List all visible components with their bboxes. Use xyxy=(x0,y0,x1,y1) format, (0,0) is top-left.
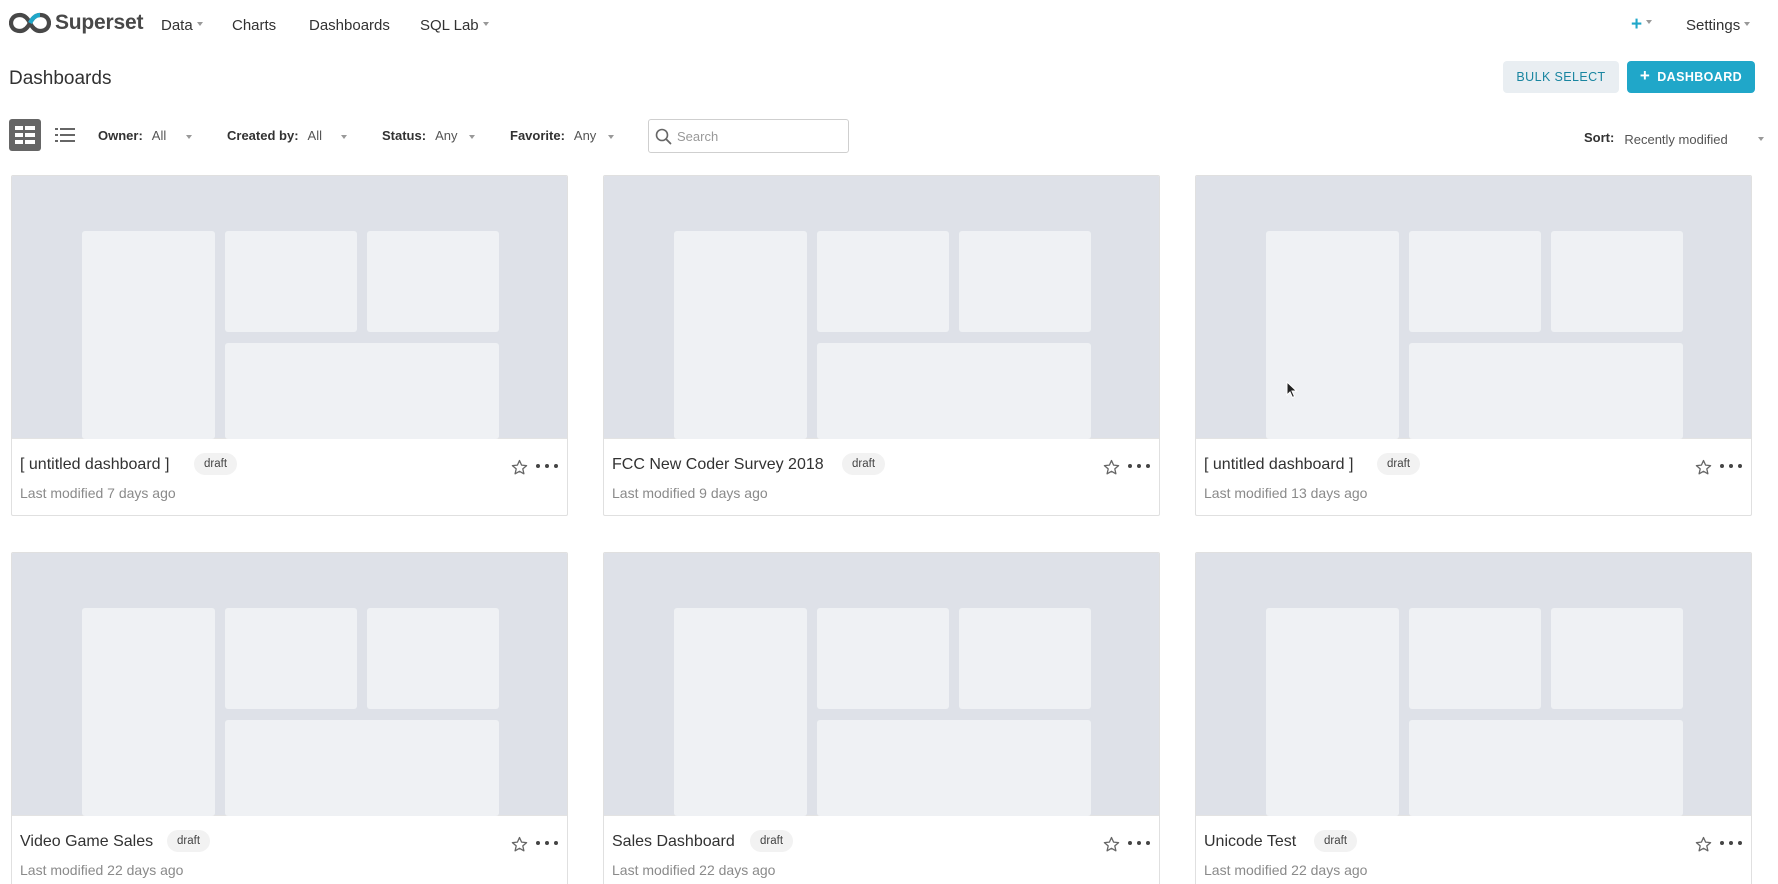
status-badge: draft xyxy=(167,830,211,852)
last-modified: Last modified 22 days ago xyxy=(612,862,776,878)
dashboard-card[interactable]: Sales Dashboard draft Last modified 22 d… xyxy=(603,552,1160,884)
status-filter-label: Status: xyxy=(382,128,427,143)
settings-label: Settings xyxy=(1686,17,1741,34)
favorite-star-icon[interactable] xyxy=(1695,836,1712,853)
chevron-down-icon xyxy=(341,135,347,139)
status-badge: draft xyxy=(194,453,238,475)
more-options-icon[interactable] xyxy=(1720,836,1742,850)
nav-dashboards-link[interactable]: Dashboards xyxy=(309,17,390,34)
search-field[interactable] xyxy=(648,119,849,153)
chevron-down-icon xyxy=(1744,22,1751,27)
status-filter[interactable]: Status: Any xyxy=(382,128,482,143)
dashboard-thumbnail[interactable] xyxy=(604,553,1159,816)
add-new-menu[interactable]: + xyxy=(1631,14,1653,36)
dashboard-thumbnail[interactable] xyxy=(1196,553,1751,816)
favorite-star-icon[interactable] xyxy=(511,836,528,853)
nav-sql-lab-menu[interactable]: SQL Lab xyxy=(420,17,489,34)
dashboard-thumbnail[interactable] xyxy=(12,553,567,816)
dashboard-title[interactable]: Sales Dashboard xyxy=(612,833,735,851)
dashboard-title[interactable]: FCC New Coder Survey 2018 xyxy=(612,456,824,474)
status-badge: draft xyxy=(842,453,886,475)
owner-filter[interactable]: Owner: All xyxy=(98,128,198,143)
nav-sql-lab-label: SQL Lab xyxy=(420,17,479,34)
bulk-select-button[interactable]: BULK SELECT xyxy=(1503,61,1619,93)
created-by-filter-value: All xyxy=(307,128,322,143)
search-input[interactable] xyxy=(677,128,837,144)
more-options-icon[interactable] xyxy=(1128,459,1150,473)
dashboard-title[interactable]: Video Game Sales xyxy=(20,833,153,851)
dashboard-card[interactable]: FCC New Coder Survey 2018 draft Last mod… xyxy=(603,175,1160,516)
favorite-star-icon[interactable] xyxy=(1103,459,1120,476)
favorite-star-icon[interactable] xyxy=(511,459,528,476)
chevron-down-icon xyxy=(608,135,614,139)
plus-icon: + xyxy=(1639,66,1651,85)
bulk-select-label: BULK SELECT xyxy=(1516,70,1606,84)
last-modified: Last modified 22 days ago xyxy=(1204,862,1368,878)
owner-filter-value: All xyxy=(151,128,167,143)
sort-select[interactable]: Sort: Recently modified xyxy=(1584,130,1764,147)
dashboard-thumbnail[interactable] xyxy=(12,176,567,439)
status-badge: draft xyxy=(1377,453,1421,475)
favorite-star-icon[interactable] xyxy=(1695,459,1712,476)
card-view-toggle[interactable] xyxy=(9,119,41,151)
favorite-filter-label: Favorite: xyxy=(510,128,565,143)
chevron-down-icon xyxy=(469,135,475,139)
dashboard-thumbnail[interactable] xyxy=(1196,176,1751,439)
top-navbar: Superset Data Charts Dashboards SQL Lab … xyxy=(0,0,1778,52)
nav-dashboards-label: Dashboards xyxy=(309,17,390,34)
dashboard-title[interactable]: Unicode Test xyxy=(1204,833,1296,851)
nav-data-label: Data xyxy=(161,17,193,34)
list-view-toggle[interactable] xyxy=(49,119,81,151)
search-icon xyxy=(655,128,672,144)
owner-filter-label: Owner: xyxy=(98,128,143,143)
dashboard-card[interactable]: Video Game Sales draft Last modified 22 … xyxy=(11,552,568,884)
last-modified: Last modified 22 days ago xyxy=(20,862,184,878)
grid-view-icon xyxy=(15,126,35,144)
more-options-icon[interactable] xyxy=(1720,459,1742,473)
settings-menu[interactable]: Settings xyxy=(1686,17,1751,34)
status-filter-value: Any xyxy=(435,128,458,143)
add-dashboard-label: DASHBOARD xyxy=(1657,70,1743,84)
mouse-cursor-icon xyxy=(1286,381,1298,399)
plus-icon: + xyxy=(1631,14,1643,35)
chevron-down-icon xyxy=(1757,136,1764,141)
favorite-filter[interactable]: Favorite: Any xyxy=(510,128,620,143)
chevron-down-icon xyxy=(1646,19,1653,24)
dashboard-card[interactable]: [ untitled dashboard ] draft Last modifi… xyxy=(11,175,568,516)
created-by-filter-label: Created by: xyxy=(227,128,299,143)
status-badge: draft xyxy=(1314,830,1358,852)
more-options-icon[interactable] xyxy=(536,459,558,473)
chevron-down-icon xyxy=(186,135,192,139)
nav-data-menu[interactable]: Data xyxy=(161,17,203,34)
dashboard-card[interactable]: [ untitled dashboard ] draft Last modifi… xyxy=(1195,175,1752,516)
status-badge: draft xyxy=(750,830,794,852)
chevron-down-icon xyxy=(196,22,203,27)
last-modified: Last modified 7 days ago xyxy=(20,485,176,501)
sort-value: Recently modified xyxy=(1624,132,1728,147)
more-options-icon[interactable] xyxy=(1128,836,1150,850)
page-title: Dashboards xyxy=(9,68,112,89)
last-modified: Last modified 13 days ago xyxy=(1204,485,1368,501)
add-dashboard-button[interactable]: + DASHBOARD xyxy=(1627,61,1755,93)
last-modified: Last modified 9 days ago xyxy=(612,485,768,501)
brand-name: Superset xyxy=(55,11,144,34)
nav-charts-link[interactable]: Charts xyxy=(232,17,276,34)
chevron-down-icon xyxy=(482,22,489,27)
superset-logo-icon xyxy=(9,12,51,34)
dashboard-card[interactable]: Unicode Test draft Last modified 22 days… xyxy=(1195,552,1752,884)
list-view-icon xyxy=(55,128,75,142)
more-options-icon[interactable] xyxy=(536,836,558,850)
sort-label: Sort: xyxy=(1584,130,1615,145)
dashboard-thumbnail[interactable] xyxy=(604,176,1159,439)
dashboard-title[interactable]: [ untitled dashboard ] xyxy=(1204,456,1353,474)
favorite-star-icon[interactable] xyxy=(1103,836,1120,853)
brand-logo[interactable]: Superset xyxy=(9,11,143,35)
dashboard-title[interactable]: [ untitled dashboard ] xyxy=(20,456,169,474)
favorite-filter-value: Any xyxy=(573,128,597,143)
created-by-filter[interactable]: Created by: All xyxy=(227,128,352,143)
nav-charts-label: Charts xyxy=(232,17,277,34)
